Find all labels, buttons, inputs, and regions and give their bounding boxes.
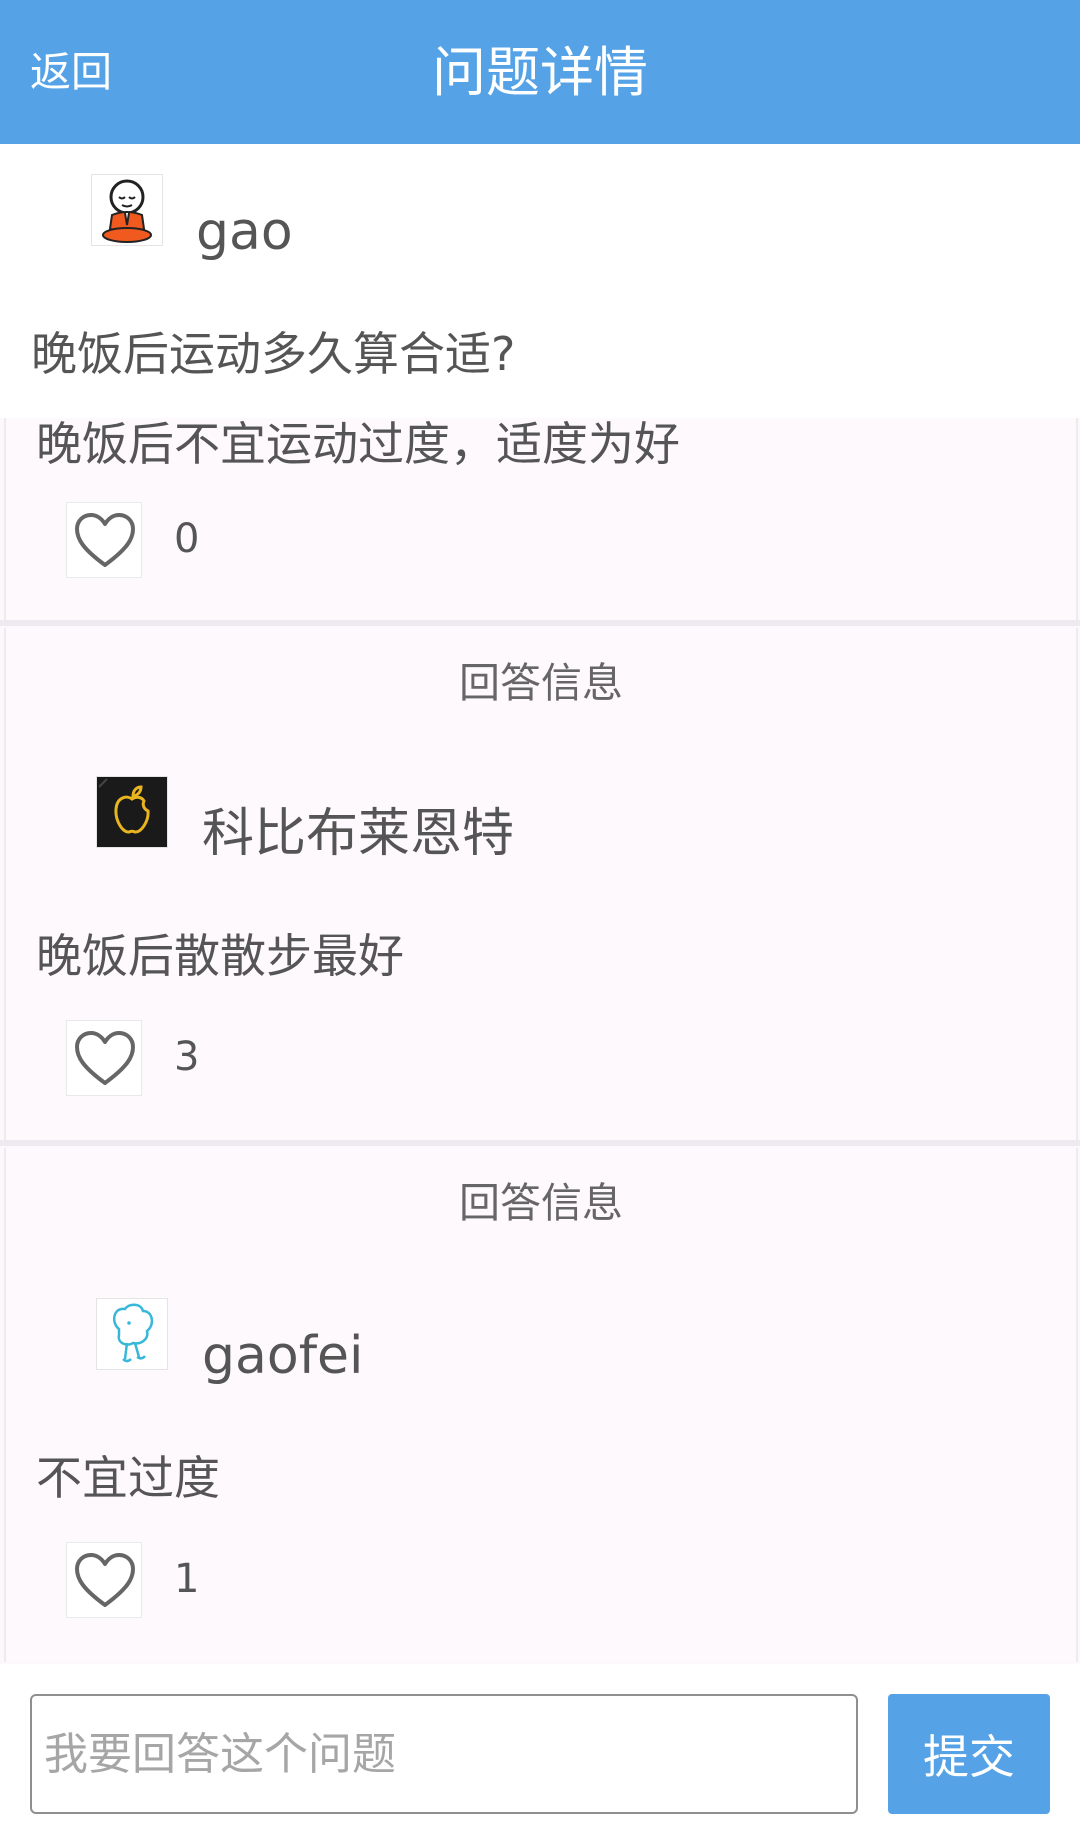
meditating-monk-icon bbox=[102, 179, 152, 243]
like-count: 0 bbox=[174, 516, 200, 562]
answer-card: 回答信息 科比布莱恩特 晚饭后散散步最好 3 bbox=[4, 628, 1078, 1140]
cartoon-rabbit-icon bbox=[112, 1303, 154, 1363]
apple-logo-icon bbox=[97, 777, 167, 847]
like-count: 1 bbox=[174, 1556, 200, 1602]
heart-icon bbox=[75, 1553, 135, 1607]
answer-avatar bbox=[96, 1298, 168, 1370]
like-button[interactable] bbox=[66, 502, 142, 578]
compose-bar: 提交 bbox=[0, 1664, 1080, 1845]
page-title: 问题详情 bbox=[432, 41, 648, 104]
heart-icon bbox=[75, 513, 135, 567]
divider bbox=[0, 1140, 1080, 1146]
like-count: 3 bbox=[174, 1034, 200, 1080]
answer-input[interactable] bbox=[30, 1694, 858, 1814]
question-username: gao bbox=[196, 202, 293, 262]
like-button[interactable] bbox=[66, 1542, 142, 1618]
divider bbox=[0, 620, 1080, 626]
answer-text: 不宜过度 bbox=[36, 1451, 220, 1505]
answer-username: gaofei bbox=[202, 1326, 364, 1386]
answer-avatar bbox=[96, 776, 168, 848]
answer-section-header: 回答信息 bbox=[459, 1179, 623, 1227]
answer-card: 回答信息 gaofei 不宜过度 1 bbox=[4, 1148, 1078, 1662]
like-button[interactable] bbox=[66, 1020, 142, 1096]
answer-text: 晚饭后散散步最好 bbox=[36, 929, 404, 983]
answer-username: 科比布莱恩特 bbox=[202, 804, 515, 864]
submit-button[interactable]: 提交 bbox=[888, 1694, 1050, 1814]
question-text: 晚饭后运动多久算合适? bbox=[31, 327, 516, 381]
answer-section-header: 回答信息 bbox=[459, 659, 623, 707]
question-detail-screen: 返回 问题详情 晚饭后不宜运动过度，适度为好 0 gao 晚饭后运动多久算合适? bbox=[0, 0, 1080, 1845]
app-header: 返回 问题详情 bbox=[0, 0, 1080, 144]
question-block: gao 晚饭后运动多久算合适? bbox=[0, 144, 1080, 418]
question-avatar bbox=[91, 174, 163, 246]
heart-icon bbox=[75, 1031, 135, 1085]
answer-text: 晚饭后不宜运动过度，适度为好 bbox=[36, 417, 680, 471]
